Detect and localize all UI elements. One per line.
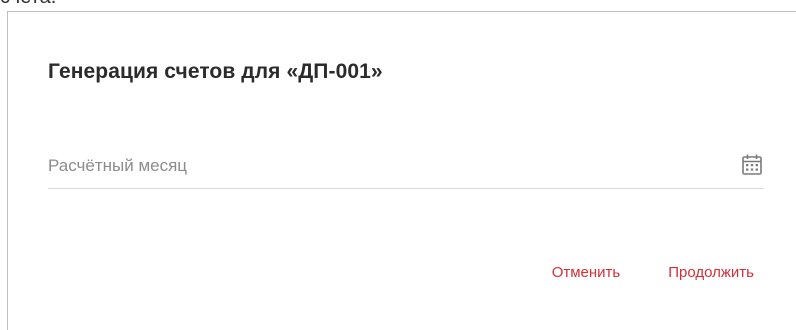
continue-button[interactable]: Продолжить <box>668 264 754 281</box>
generate-invoices-dialog: Генерация счетов для «ДП-001» Отменить П… <box>7 11 796 330</box>
billing-month-field[interactable] <box>48 146 764 189</box>
dialog-title: Генерация счетов для «ДП-001» <box>48 60 383 83</box>
cancel-button[interactable]: Отменить <box>552 264 621 281</box>
dialog-actions: Отменить Продолжить <box>552 264 754 281</box>
billing-month-input[interactable] <box>48 146 728 186</box>
calendar-icon[interactable] <box>740 152 764 178</box>
background-text: счета. <box>0 0 56 9</box>
